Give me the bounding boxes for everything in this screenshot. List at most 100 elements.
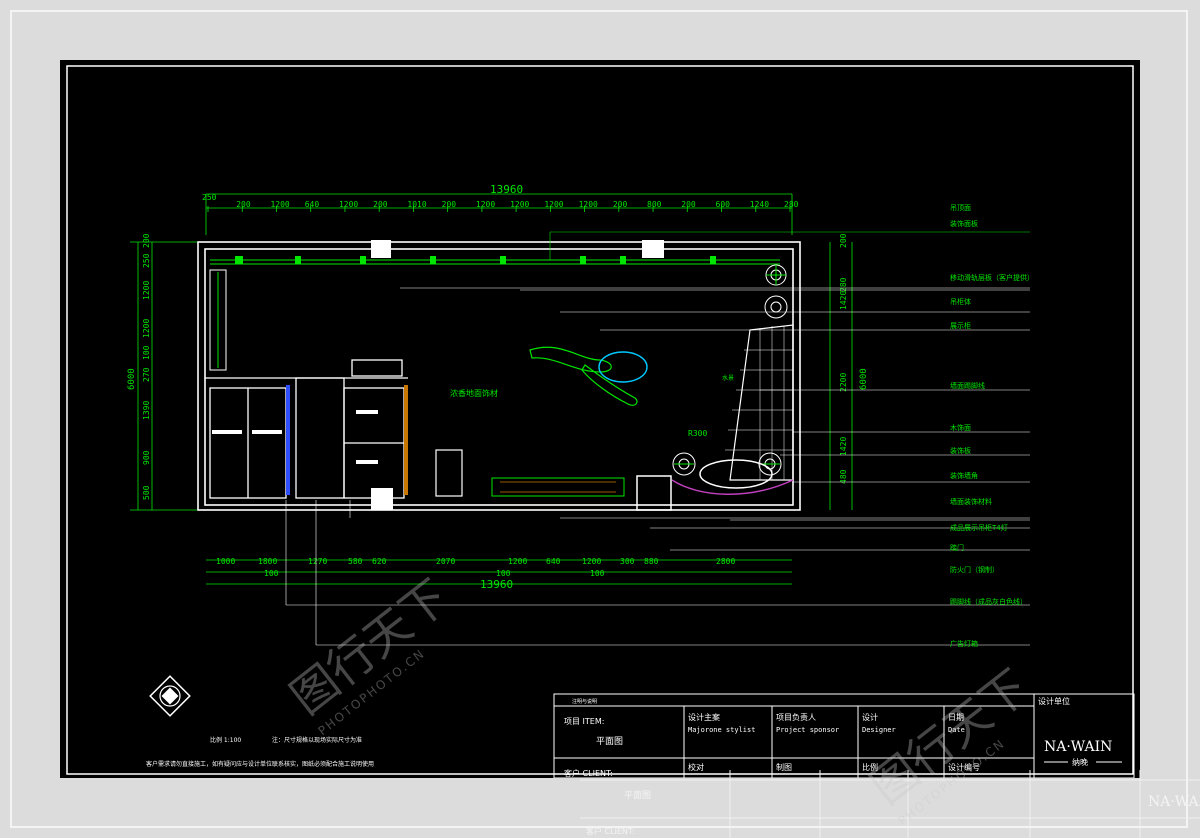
top-dim-value: 200 [373,200,388,209]
left-dim-value: 900 [142,450,151,465]
left-dim-value: 1390 [142,401,151,420]
annotation-label: 装饰板 [950,446,971,455]
curved-step [671,479,794,495]
right-overall-dim: 6000 [859,368,869,390]
top-dim-value: 1200 [510,200,529,209]
annotation-label: 踢脚线（成品灰白色线） [950,597,1027,606]
annotation-label: 踏门 [950,543,964,552]
annotation-label: 墙面装饰材料 [950,497,992,506]
unit-header: 设计单位 [1038,696,1070,706]
bottom-dim-value: 1270 [308,557,327,566]
bottom-dim-value: 640 [546,557,561,566]
date-header: 日期 [948,713,964,722]
top-dim-value: 1200 [476,200,495,209]
bottom-dim-value: 580 [348,557,363,566]
note-dim: 注：尺寸规格以现场实际尺寸为准 [272,736,362,744]
left-dim-value: 200 [142,233,151,248]
floor-material-label: 浓香地面饰材 [450,388,498,398]
right-dim-values: 2002801420220014204806000 [839,233,869,484]
note-line: 客户需求请勿直接施工，如有疑问应与设计单位联系核实，图纸必须配合施工说明使用 [146,760,374,768]
left-dim-lines [130,241,200,511]
notes-header: 注明与说明 [572,698,597,705]
top-dim-value: 280 [784,200,799,209]
left-dim-value: 1200 [142,281,151,300]
company-sub: 纳晚 [1072,757,1088,767]
top-dim-value: 1200 [270,200,289,209]
bottom-dim-value: 2070 [436,557,455,566]
top-dim-value: 1200 [339,200,358,209]
right-grid-wall [725,324,794,481]
bottom-sub-dim-value: 100 [264,569,279,578]
bottom-dim-value: 880 [644,557,659,566]
overall-dim-bottom: 13960 [480,578,513,591]
right-dim-value: 1420 [839,291,848,310]
ghost-title-block: 平面图 客户 CLIENT: NA·WAIN [580,770,1200,838]
sponsor-header: 项目负责人 [776,712,816,722]
left-dim-value: 270 [142,367,151,382]
annotation-labels: 吊顶面装饰面板移动滑轨层板（客户提供） 吊柜体展示柜墙面踢脚线木饰面装饰板装饰墙角… [950,204,1034,648]
annotation-label: 移动滑轨层板（客户提供） [950,273,1034,282]
ghost-company-logo: NA·WAIN [1148,794,1200,810]
partition-orange [404,385,408,495]
right-dim-value: 2200 [839,373,848,392]
left-dim-value: 500 [142,485,151,500]
cashier-counter [435,449,463,497]
annotation-label: 墙面踢脚线 [950,381,985,390]
top-dim-value: 1240 [750,200,769,209]
overall-dim-top: 13960 [490,183,523,196]
round-display-table [598,351,648,383]
title-block [553,693,1135,778]
design-en: Designer [862,726,896,734]
ghost-client-label: 客户 CLIENT: [586,826,635,836]
door-leaves [212,410,378,464]
ghost-item-value: 平面图 [624,790,651,801]
left-overall-dim: 6000 [127,368,137,390]
drawing-frame [66,65,1134,775]
bottom-dim-value: 2800 [716,557,735,566]
bottom-dim-value: 1800 [258,557,277,566]
company-logo: NA·WAIN [1044,739,1112,755]
top-dim-value: 250 [202,193,217,202]
designer-en: Majorone stylist [688,726,755,734]
bottom-dim-value: 1000 [216,557,235,566]
left-dim-value: 1200 [142,319,151,338]
cad-drawing-canvas: 13960 250 200 1200 640 1200 200 1010 200 1200 120… [60,60,1140,778]
partition-blue [286,385,290,495]
storage-rooms [205,359,408,499]
front-window-display [699,459,773,489]
top-dim-value: 600 [716,200,731,209]
bottom-dim-value: 1200 [582,557,601,566]
design-header: 设计 [862,712,878,722]
left-dim-value: 100 [142,345,151,360]
plant-label: 水景 [722,374,734,382]
top-dim-value: 800 [647,200,662,209]
compass-logo [149,675,191,717]
sponsor-en: Project sponsor [776,726,839,734]
column-3 [371,488,393,510]
bottom-display-bench [491,477,625,497]
note-scale: 比例 1:100 [210,736,241,744]
top-dim-value: 1010 [407,200,426,209]
item-value: 平面图 [596,736,623,747]
top-dim-value: 200 [236,200,251,209]
bottom-dim-value: 620 [372,557,387,566]
top-dim-value: 200 [681,200,696,209]
leader-lines [549,231,1030,260]
callout-lines [285,287,1030,646]
column-2 [642,240,664,258]
right-dim-value: 1420 [839,437,848,456]
bottom-dim-value: 1200 [508,557,527,566]
top-dim-lines [205,193,793,235]
annotation-label: 装饰面板 [950,219,978,228]
column-1 [371,240,391,258]
designer-header: 设计主案 [688,712,720,722]
annotation-label: 吊顶面 [950,204,971,212]
left-dim-value: 250 [142,253,151,268]
top-dim-value: 640 [305,200,320,209]
top-dim-value: 1200 [579,200,598,209]
annotation-label: 木饰面 [950,423,971,432]
date-en: Date [948,726,965,734]
bottom-sub-dim-value: 100 [590,569,605,578]
item-label: 项目 ITEM: [564,717,604,726]
radius-label: R300 [688,429,707,438]
